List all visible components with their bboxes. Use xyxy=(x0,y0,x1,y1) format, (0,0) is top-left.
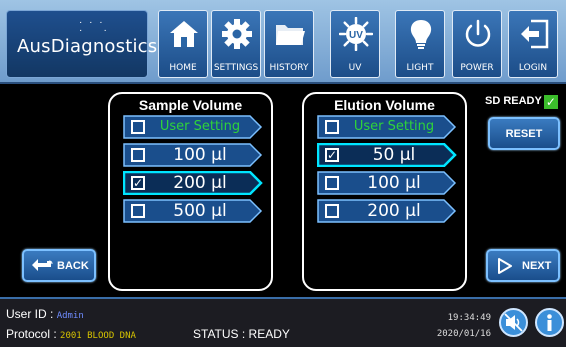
protocol-value: 2001 BLOOD DNA xyxy=(60,331,136,341)
reset-label: RESET xyxy=(505,128,543,140)
power-label: POWER xyxy=(460,63,494,73)
next-label: NEXT xyxy=(522,260,552,272)
top-toolbar: · · · · · AusDiagnostics HOME SETTINGS H… xyxy=(0,0,566,84)
elution-volume-panel: Elution Volume User Setting ✓ 50 µl 100 … xyxy=(302,92,467,291)
settings-button[interactable]: SETTINGS xyxy=(211,10,261,78)
history-button[interactable]: HISTORY xyxy=(264,10,314,78)
login-label: LOGIN xyxy=(518,63,548,73)
sample-option-200[interactable]: ✓ 200 µl xyxy=(123,171,263,195)
play-icon xyxy=(498,258,512,274)
light-button[interactable]: LIGHT xyxy=(395,10,445,78)
option-label: 50 µl xyxy=(372,145,416,165)
back-button[interactable]: BACK xyxy=(22,249,96,282)
reset-button[interactable]: RESET xyxy=(488,117,560,150)
checkbox[interactable] xyxy=(325,176,339,190)
sample-option-user-setting[interactable]: User Setting xyxy=(123,115,263,139)
option-label: User Setting xyxy=(353,119,435,134)
elution-option-100[interactable]: 100 µl xyxy=(317,171,457,195)
sample-option-500[interactable]: 500 µl xyxy=(123,199,263,223)
sound-button[interactable] xyxy=(499,308,528,337)
sd-status: SD READY ✓ xyxy=(485,95,558,109)
app-logo: · · · · · AusDiagnostics xyxy=(6,10,157,78)
checkbox-checked[interactable]: ✓ xyxy=(325,148,339,162)
clock-time: 19:34:49 xyxy=(447,313,491,323)
sd-status-label: SD READY xyxy=(485,95,542,107)
option-label: 100 µl xyxy=(173,145,227,165)
sd-ready-check-icon: ✓ xyxy=(543,95,558,109)
uv-label: UV xyxy=(348,63,362,73)
user-id-label: User ID : xyxy=(6,307,54,321)
settings-label: SETTINGS xyxy=(213,63,259,73)
user-id-row: User ID : Admin xyxy=(6,307,84,321)
light-label: LIGHT xyxy=(406,63,434,73)
speaker-muted-icon xyxy=(504,313,523,332)
elution-option-200[interactable]: 200 µl xyxy=(317,199,457,223)
checkbox[interactable] xyxy=(131,120,145,134)
back-arrow-icon xyxy=(32,259,53,271)
status-text: STATUS : READY xyxy=(193,327,290,341)
power-icon xyxy=(465,19,491,47)
folder-icon xyxy=(276,25,305,45)
protocol-label: Protocol : xyxy=(6,327,57,341)
uv-icon: UV xyxy=(339,17,373,51)
sample-volume-title: Sample Volume xyxy=(138,97,243,113)
elution-option-50[interactable]: ✓ 50 µl xyxy=(317,143,457,167)
logo-dots: · · · · · xyxy=(79,17,109,36)
history-label: HISTORY xyxy=(269,63,309,73)
next-button[interactable]: NEXT xyxy=(486,249,560,282)
sample-option-100[interactable]: 100 µl xyxy=(123,143,263,167)
elution-volume-title: Elution Volume xyxy=(334,97,435,113)
lightbulb-icon xyxy=(410,20,432,49)
back-label: BACK xyxy=(57,260,89,272)
checkbox[interactable] xyxy=(131,204,145,218)
option-label: 200 µl xyxy=(367,201,421,221)
checkbox[interactable] xyxy=(131,148,145,162)
protocol-row: Protocol : 2001 BLOOD DNA xyxy=(6,327,136,341)
checkbox[interactable] xyxy=(325,120,339,134)
clock-date: 2020/01/16 xyxy=(436,329,491,339)
login-button[interactable]: LOGIN xyxy=(508,10,558,78)
home-icon xyxy=(170,21,198,47)
status-bar: User ID : Admin Protocol : 2001 BLOOD DN… xyxy=(0,297,566,347)
power-button[interactable]: POWER xyxy=(452,10,502,78)
user-id-value: Admin xyxy=(56,311,84,321)
sample-volume-panel: Sample Volume User Setting 100 µl ✓ 200 … xyxy=(108,92,273,291)
uv-button[interactable]: UV UV xyxy=(330,10,380,78)
checkbox[interactable] xyxy=(325,204,339,218)
option-label: 200 µl xyxy=(173,173,227,193)
logo-text: AusDiagnostics xyxy=(17,36,158,57)
info-button[interactable] xyxy=(535,308,564,337)
option-label: User Setting xyxy=(159,119,241,134)
login-icon xyxy=(521,19,549,49)
option-label: 100 µl xyxy=(367,173,421,193)
elution-option-user-setting[interactable]: User Setting xyxy=(317,115,457,139)
info-icon xyxy=(547,314,552,331)
checkbox-checked[interactable]: ✓ xyxy=(131,176,145,190)
gear-icon xyxy=(222,19,252,49)
option-label: 500 µl xyxy=(173,201,227,221)
home-label: HOME xyxy=(169,63,197,73)
home-button[interactable]: HOME xyxy=(158,10,208,78)
uv-icon-text: UV xyxy=(349,30,363,41)
